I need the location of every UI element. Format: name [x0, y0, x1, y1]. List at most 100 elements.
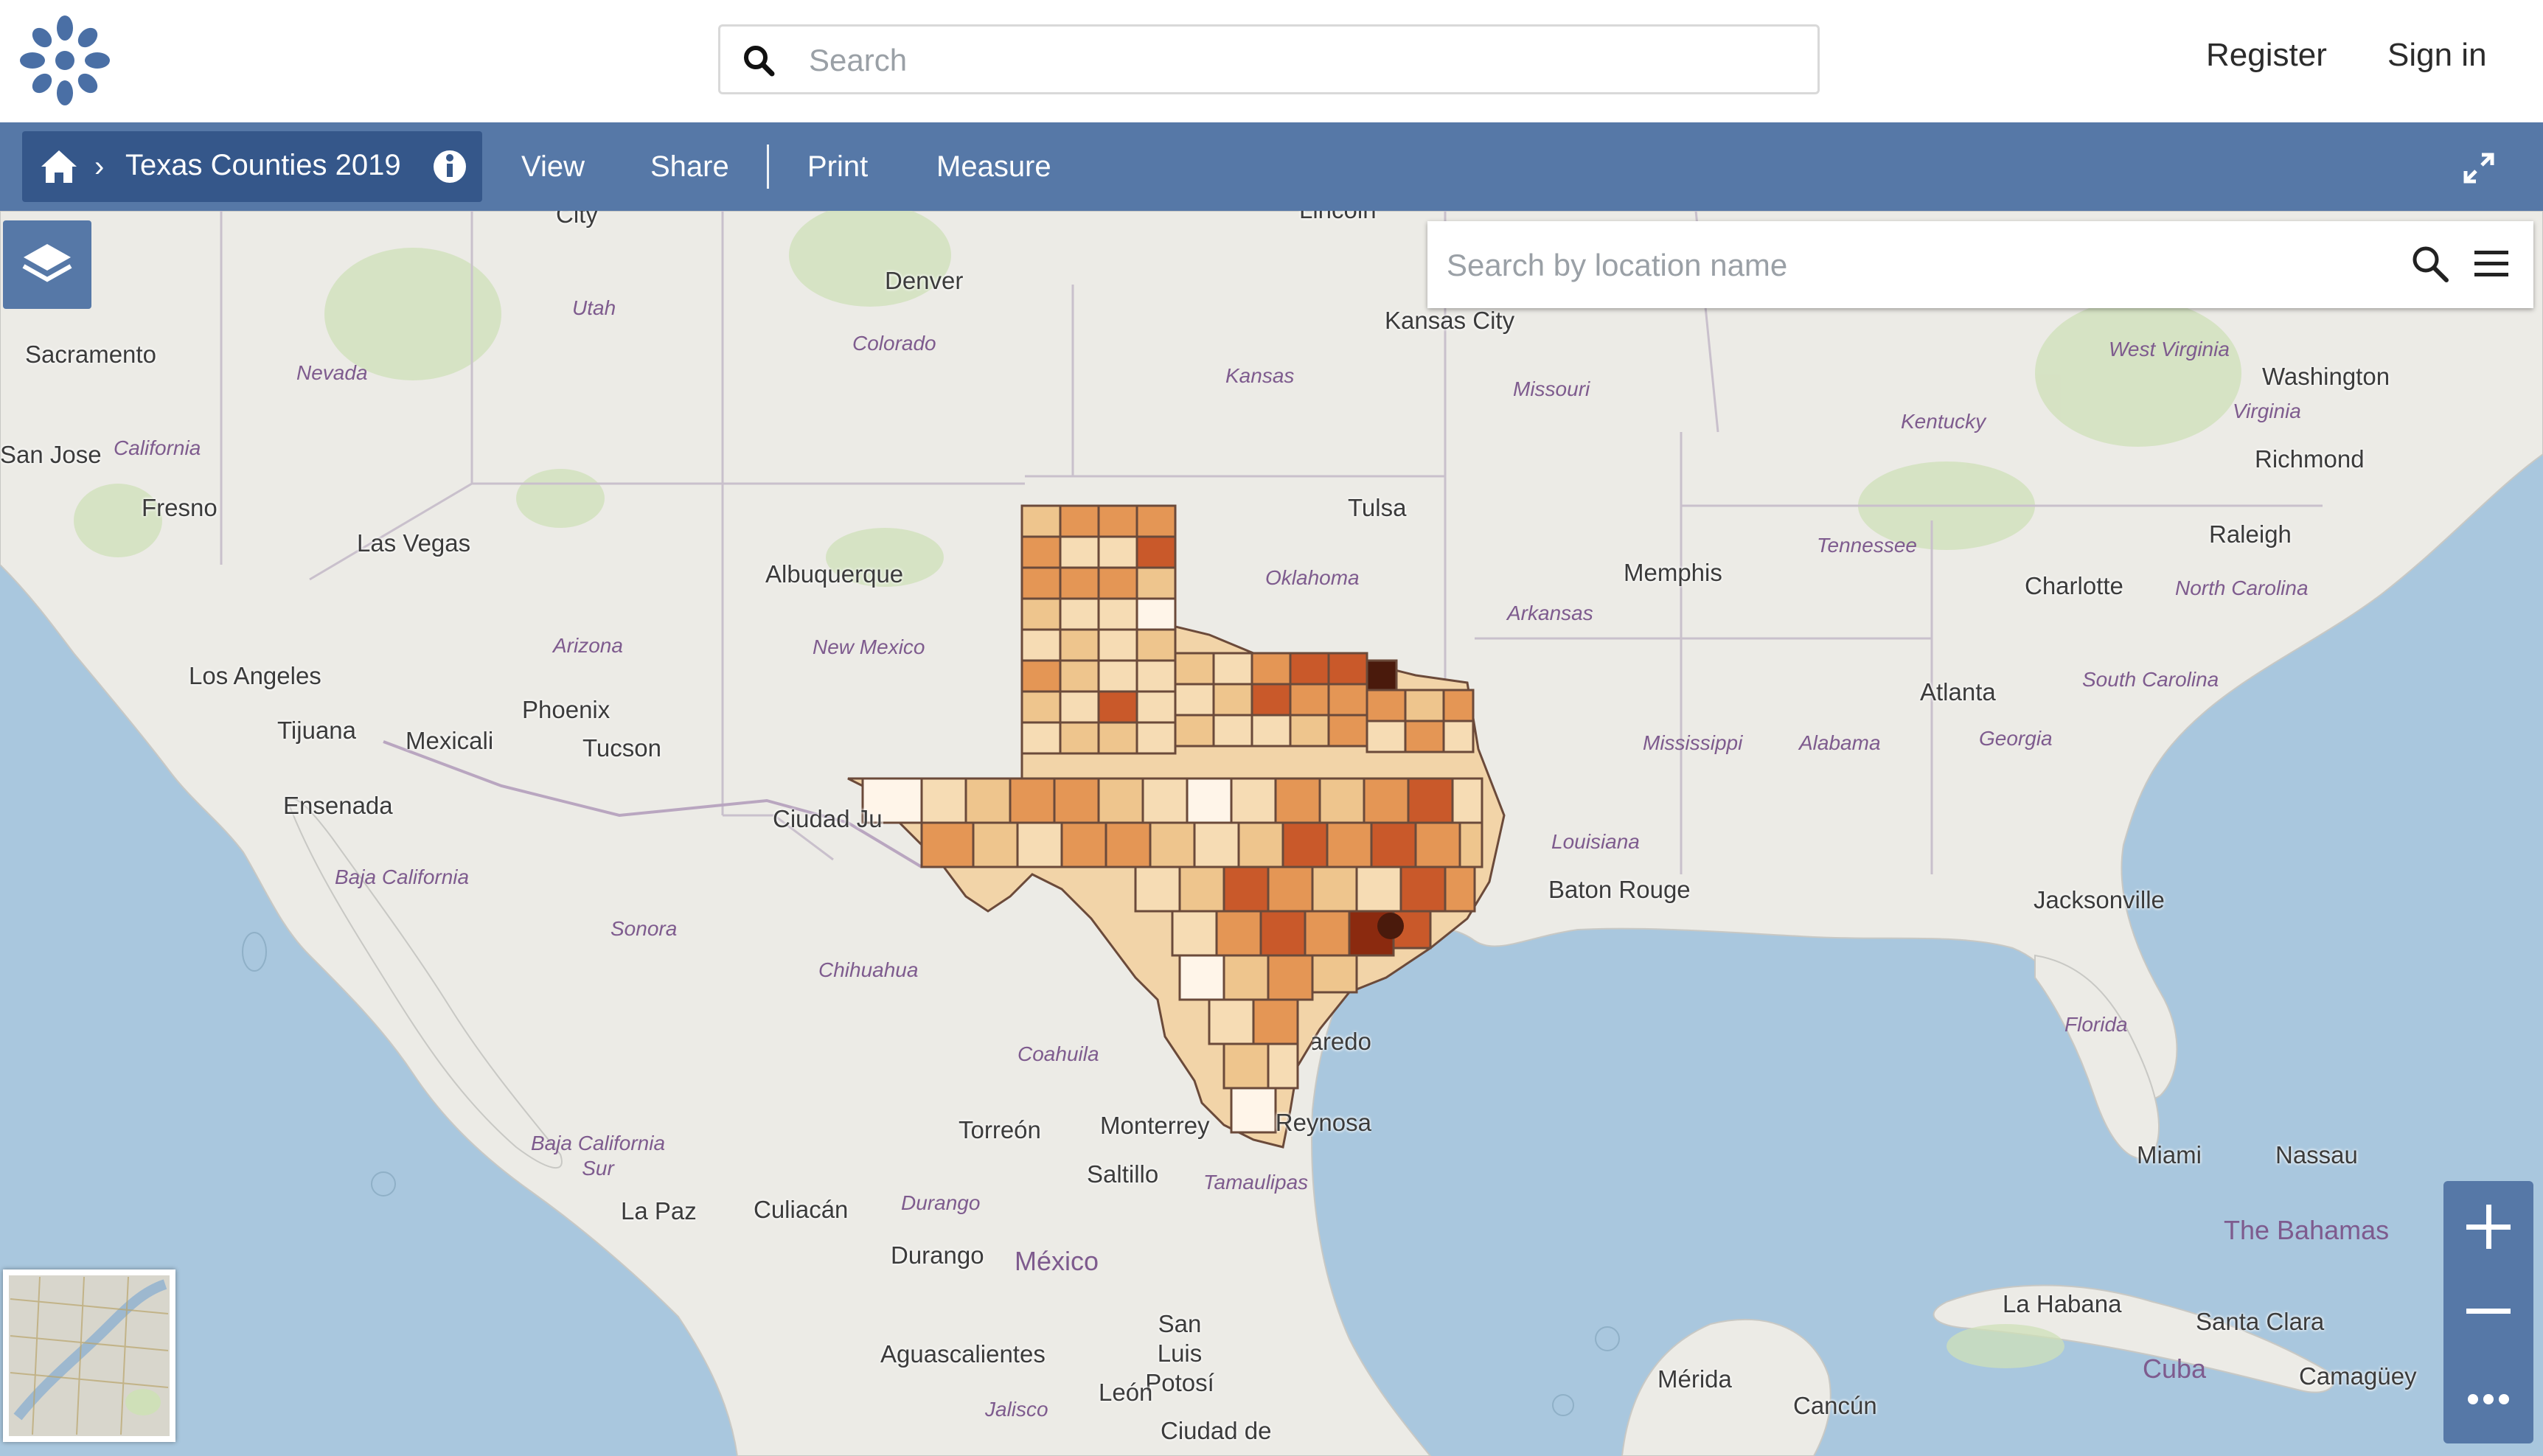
state-label: Louisiana — [1551, 830, 1640, 853]
state-label: South Carolina — [2082, 668, 2219, 691]
menu-view[interactable]: View — [521, 150, 585, 184]
city-label: San Jose — [0, 441, 102, 468]
state-label: Virginia — [2233, 400, 2301, 422]
app-logo-icon[interactable] — [19, 15, 111, 106]
city-label: Charlotte — [2025, 572, 2123, 599]
country-label: Cuba — [2143, 1354, 2207, 1384]
state-label: Georgia — [1979, 727, 2053, 750]
city-label: La Paz — [621, 1197, 697, 1225]
state-label: Sonora — [610, 917, 678, 940]
city-label: Washington — [2262, 363, 2390, 390]
state-label: Missouri — [1513, 377, 1590, 400]
zoom-in-button[interactable] — [2443, 1181, 2533, 1268]
location-search-input[interactable] — [1445, 239, 2333, 292]
state-label: Jalisco — [985, 1398, 1048, 1421]
home-icon[interactable] — [38, 147, 80, 186]
layers-icon — [22, 244, 72, 282]
state-label: Kentucky — [1901, 410, 1986, 433]
basemap-switcher-thumbnail[interactable] — [3, 1269, 175, 1442]
menu-measure[interactable]: Measure — [936, 150, 1051, 184]
top-header: Register Sign in — [0, 0, 2543, 122]
city-label: Mexicali — [406, 727, 494, 754]
city-label: Torreón — [959, 1116, 1041, 1143]
city-label: Cancún — [1793, 1392, 1877, 1419]
state-label: Oklahoma — [1265, 566, 1360, 589]
search-icon — [744, 46, 775, 77]
info-icon[interactable] — [432, 149, 467, 184]
city-label: Los Angeles — [189, 662, 321, 689]
map-toolbar: › Texas Counties 2019 View Share Print M… — [0, 122, 2543, 211]
map-title: Texas Counties 2019 — [125, 149, 401, 181]
state-label: California — [114, 436, 201, 459]
state-label: Alabama — [1799, 731, 1881, 754]
layers-button[interactable] — [3, 220, 91, 309]
city-label: Ciudad de — [1161, 1417, 1272, 1444]
map-canvas[interactable]: Denver Lincoln Kansas City Sacramento Sa… — [0, 211, 2543, 1456]
expand-icon[interactable] — [2463, 152, 2495, 184]
state-label: Florida — [2064, 1013, 2128, 1036]
city-label: Culiacán — [754, 1196, 849, 1223]
city-label: Laredo — [1312, 1028, 1371, 1055]
city-label: Fresno — [142, 494, 218, 521]
state-label: Baja California — [335, 865, 470, 888]
state-label: Durango — [901, 1191, 981, 1214]
menu-icon[interactable] — [2473, 248, 2510, 280]
state-label: Mississippi — [1643, 731, 1743, 754]
search-icon[interactable] — [2410, 243, 2451, 285]
city-label: Memphis — [1624, 559, 1722, 586]
basemap — [0, 211, 2543, 1456]
city-label: Albuquerque — [765, 560, 904, 588]
zoom-out-button[interactable] — [2443, 1268, 2533, 1355]
menu-print[interactable]: Print — [807, 150, 868, 184]
location-search-box[interactable] — [1427, 221, 2533, 308]
city-label: Tulsa — [1348, 494, 1407, 521]
city-label: City — [556, 211, 598, 228]
zoom-controls — [2443, 1181, 2533, 1443]
city-label: Santa Clara — [2196, 1308, 2325, 1335]
city-label: Saltillo — [1087, 1160, 1159, 1188]
city-label: Tucson — [582, 734, 661, 762]
signin-link[interactable]: Sign in — [2387, 37, 2487, 74]
city-label: León — [1099, 1379, 1153, 1406]
city-label: Richmond — [2255, 445, 2365, 473]
state-label: Colorado — [852, 332, 936, 355]
city-label: Las Vegas — [357, 529, 471, 557]
menu-divider — [767, 144, 769, 189]
chevron-right-icon: › — [94, 150, 105, 183]
state-label: Arkansas — [1507, 602, 1593, 624]
city-label: Baton Rouge — [1548, 876, 1691, 903]
city-label: Durango — [891, 1241, 984, 1269]
country-label: The Bahamas — [2224, 1215, 2390, 1245]
city-label: Raleigh — [2209, 520, 2292, 548]
state-label: Nevada — [296, 361, 368, 384]
menu-share[interactable]: Share — [650, 150, 729, 184]
city-label: Mérida — [1657, 1365, 1732, 1393]
city-label: Aguascalientes — [880, 1340, 1046, 1368]
city-label: Jacksonville — [2034, 886, 2165, 913]
city-label: Miami — [2137, 1141, 2202, 1168]
minus-icon — [2466, 1309, 2511, 1314]
more-options-button[interactable] — [2443, 1355, 2533, 1442]
state-label: Chihuahua — [818, 958, 919, 981]
city-label: Camagüey — [2299, 1362, 2417, 1390]
basemap-preview — [9, 1275, 170, 1436]
global-search-box[interactable] — [718, 24, 1820, 94]
city-label: Nassau — [2275, 1141, 2358, 1168]
city-label: Monterrey — [1100, 1112, 1210, 1139]
state-label: New Mexico — [813, 635, 925, 658]
plus-icon — [2466, 1205, 2511, 1249]
state-label: North Carolina — [2175, 577, 2309, 599]
state-label: Arizona — [553, 634, 623, 657]
state-label: Coahuila — [1017, 1042, 1099, 1065]
register-link[interactable]: Register — [2206, 37, 2327, 74]
city-label: Lincoln — [1299, 211, 1377, 224]
state-label: Tennessee — [1817, 534, 1917, 557]
city-label: Sacramento — [25, 341, 156, 368]
state-label: Utah — [572, 296, 616, 319]
city-label: Kansas City — [1385, 307, 1515, 334]
breadcrumb: › Texas Counties 2019 — [22, 131, 482, 202]
city-label: Denver — [885, 267, 964, 294]
city-label: Tijuana — [277, 717, 357, 744]
ellipsis-icon — [2468, 1394, 2509, 1404]
global-search-input[interactable] — [807, 34, 1798, 87]
